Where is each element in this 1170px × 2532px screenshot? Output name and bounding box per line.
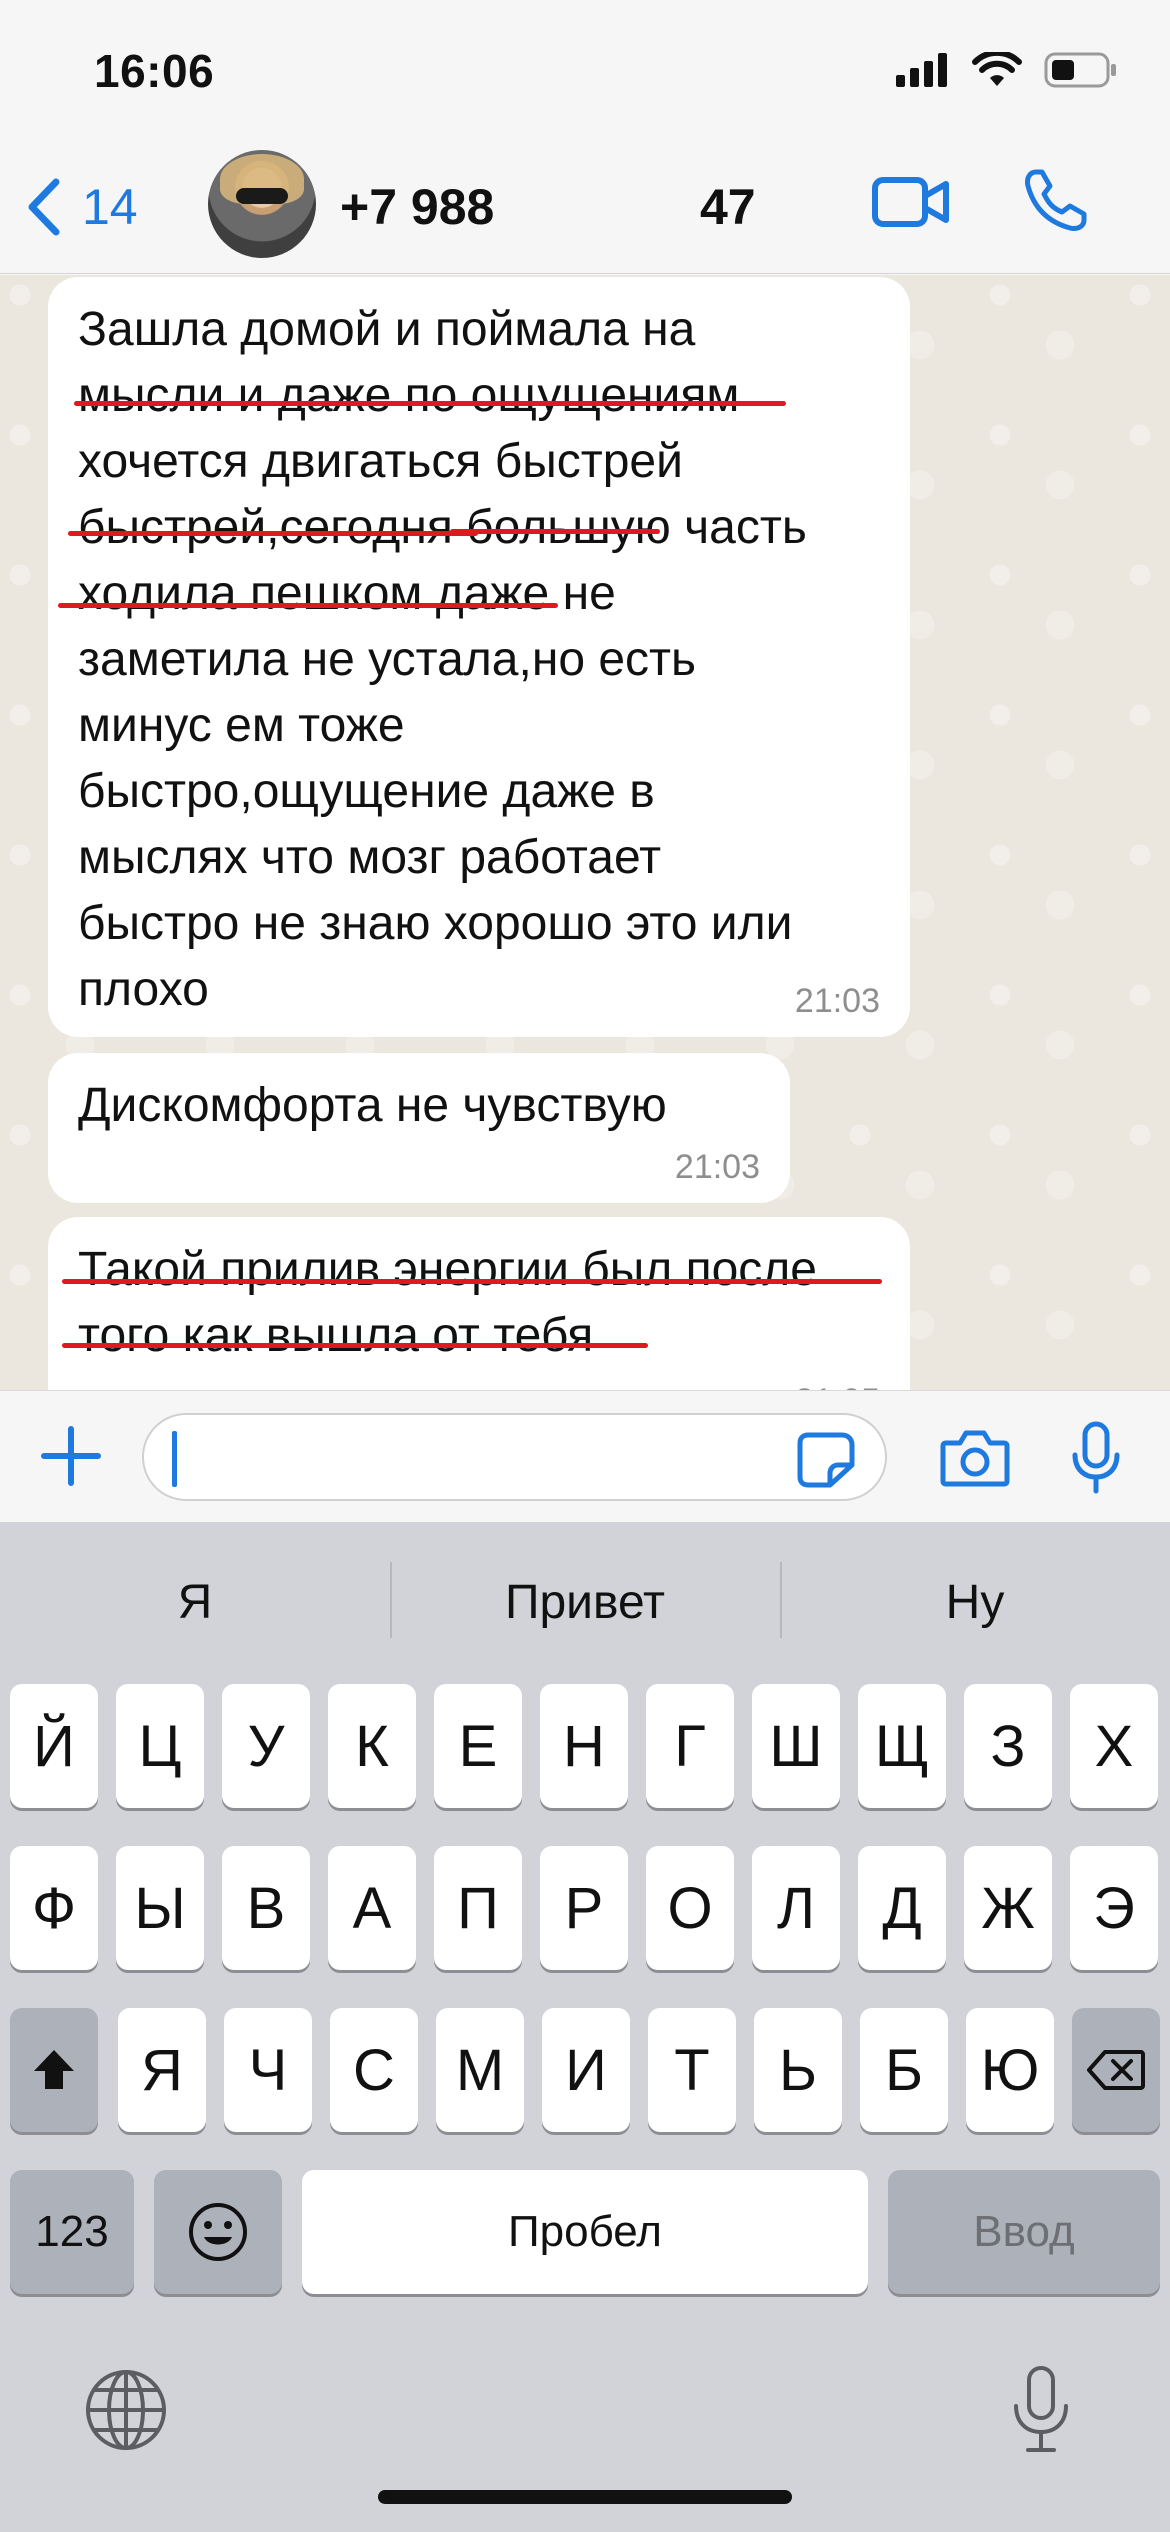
chat-header: 14 +7 988 47 <box>0 150 1170 274</box>
key-letter[interactable]: Н <box>540 1684 628 1808</box>
key-letter[interactable]: Д <box>858 1846 946 1970</box>
chat-messages[interactable]: Зашла домой и поймала на мысли и даже по… <box>0 275 1170 1390</box>
key-letter[interactable]: Ц <box>116 1684 204 1808</box>
key-letter[interactable]: О <box>646 1846 734 1970</box>
message-bubble[interactable]: Зашла домой и поймала на мысли и даже по… <box>48 277 910 1037</box>
numbers-key[interactable]: 123 <box>10 2170 134 2294</box>
key-letter[interactable]: М <box>436 2008 524 2132</box>
key-letter[interactable]: И <box>542 2008 630 2132</box>
annotation-underline <box>62 1343 648 1348</box>
suggestion[interactable]: Привет <box>390 1522 780 1682</box>
key-letter[interactable]: З <box>964 1684 1052 1808</box>
key-letter[interactable]: Х <box>1070 1684 1158 1808</box>
key-letter[interactable]: С <box>330 2008 418 2132</box>
wifi-icon <box>972 52 1022 86</box>
key-letter[interactable]: У <box>222 1684 310 1808</box>
key-letter[interactable]: Е <box>434 1684 522 1808</box>
key-letter[interactable]: Б <box>860 2008 948 2132</box>
suggestion-bar: Я Привет Ну <box>0 1522 1170 1682</box>
message-time: 21:03 <box>794 982 880 1020</box>
annotation-underline <box>74 401 786 406</box>
key-letter[interactable]: Ю <box>966 2008 1054 2132</box>
key-letter[interactable]: А <box>328 1846 416 1970</box>
annotation-underline <box>62 1279 882 1284</box>
key-letter[interactable]: Я <box>118 2008 206 2132</box>
unread-count: 14 <box>82 179 138 235</box>
key-letter[interactable]: П <box>434 1846 522 1970</box>
message-bubble[interactable]: Дискомфорта не чувствую 21:03 <box>48 1053 790 1203</box>
chevron-left-icon <box>28 178 60 236</box>
key-letter[interactable]: Щ <box>858 1684 946 1808</box>
text-caret <box>172 1431 177 1487</box>
plus-icon[interactable] <box>40 1425 102 1487</box>
annotation-underline <box>450 529 660 534</box>
back-button[interactable]: 14 <box>24 176 138 238</box>
key-letter[interactable]: К <box>328 1684 416 1808</box>
key-letter[interactable]: Э <box>1070 1846 1158 1970</box>
key-letter[interactable]: Ы <box>116 1846 204 1970</box>
key-letter[interactable]: Т <box>648 2008 736 2132</box>
avatar[interactable] <box>208 150 316 258</box>
key-letter[interactable]: Л <box>752 1846 840 1970</box>
key-letter[interactable]: Ч <box>224 2008 312 2132</box>
camera-icon[interactable] <box>940 1429 1010 1487</box>
phone-icon[interactable] <box>1022 168 1088 234</box>
video-call-icon[interactable] <box>872 172 950 232</box>
shift-icon <box>34 2050 74 2089</box>
annotation-underline <box>58 603 558 608</box>
key-letter[interactable]: Р <box>540 1846 628 1970</box>
return-key[interactable]: Ввод <box>888 2170 1160 2294</box>
space-key[interactable]: Пробел <box>302 2170 868 2294</box>
keyboard: Я Привет Ну ЙЦУКЕНГШЩЗХФЫВАПРОЛДЖЭЯЧСМИТ… <box>0 1522 1170 2532</box>
backspace-key[interactable] <box>1072 2008 1160 2132</box>
emoji-icon <box>189 2203 247 2261</box>
key-letter[interactable]: Ь <box>754 2008 842 2132</box>
cellular-signal-icon <box>896 53 947 87</box>
message-time: 21:03 <box>674 1148 760 1186</box>
sticker-icon[interactable] <box>796 1431 856 1489</box>
key-letter[interactable]: Г <box>646 1684 734 1808</box>
key-letter[interactable]: В <box>222 1846 310 1970</box>
home-indicator <box>378 2490 792 2504</box>
message-text: Такой прилив энергии был после того как … <box>78 1243 817 1362</box>
contact-number-suffix[interactable]: 47 <box>700 178 756 236</box>
shift-key[interactable] <box>10 2008 98 2132</box>
globe-icon[interactable] <box>84 2368 168 2452</box>
key-letter[interactable]: Ш <box>752 1684 840 1808</box>
dictation-microphone-icon[interactable] <box>1010 2364 1072 2456</box>
status-bar: 16:06 <box>0 0 1170 150</box>
suggestion[interactable]: Ну <box>780 1522 1170 1682</box>
message-text: Дискомфорта не чувствую <box>78 1079 667 1132</box>
contact-name[interactable]: +7 988 <box>340 178 494 236</box>
key-letter[interactable]: Й <box>10 1684 98 1808</box>
key-letter[interactable]: Ф <box>10 1846 98 1970</box>
annotation-underline <box>68 531 478 536</box>
message-time: 21:05 <box>795 1381 880 1390</box>
emoji-key[interactable] <box>154 2170 282 2294</box>
message-bubble[interactable]: Такой прилив энергии был после того как … <box>48 1217 910 1390</box>
backspace-icon <box>1087 2050 1145 2090</box>
battery-icon <box>1044 52 1116 88</box>
suggestion[interactable]: Я <box>0 1522 390 1682</box>
status-time: 16:06 <box>94 45 215 97</box>
status-icons <box>896 52 1118 88</box>
microphone-icon[interactable] <box>1070 1421 1122 1495</box>
compose-bar <box>0 1390 1170 1522</box>
key-letter[interactable]: Ж <box>964 1846 1052 1970</box>
message-input[interactable] <box>142 1413 887 1501</box>
